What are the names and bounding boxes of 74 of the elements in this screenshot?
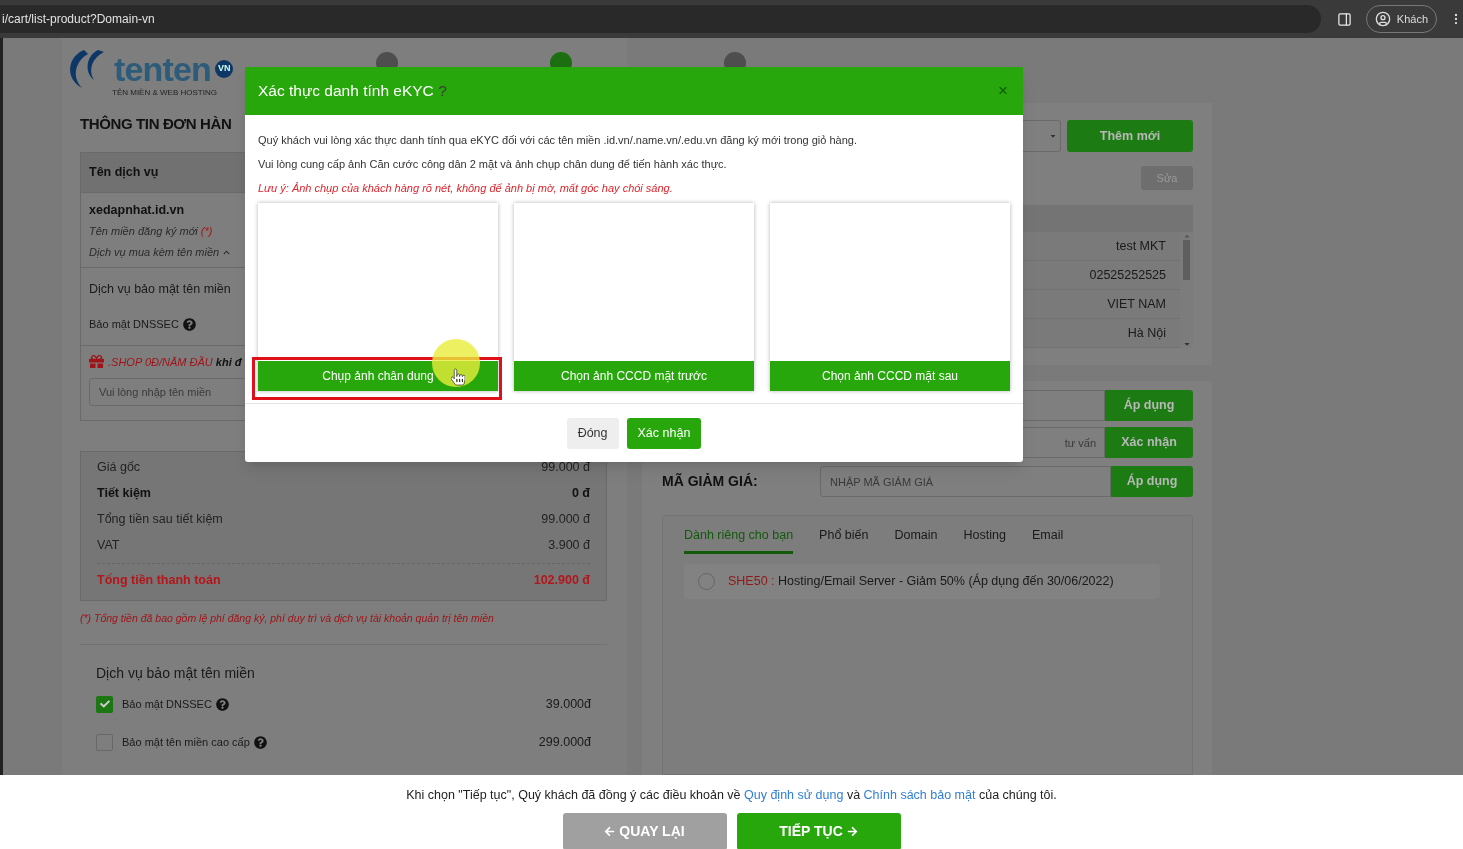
coupon-tab[interactable]: Phổ biến [819, 526, 869, 554]
total-note: (*) Tổng tiền đã bao gồm lệ phí đăng ký, phí duy trì và dịch vụ tài khoản quản trị tên miền [80, 610, 495, 626]
instruction-text: Vui lòng cung cấp ảnh Căn cước công dân 2 mặt và ảnh chụp chân dung để tiến hành xác thực. [258, 157, 728, 171]
help-icon[interactable] [215, 697, 229, 711]
coupon-tab[interactable]: Email [1031, 526, 1064, 554]
coupon-tab[interactable]: Domain [894, 526, 938, 554]
contact-value: test MKT [1116, 237, 1166, 255]
column-header: Tên dịch vụ [89, 163, 159, 181]
instruction-text: Quý khách vui lòng xác thực danh tính qua eKYC đối với các tên miền .id.vn/.name.vn/.edu.vn đăng ký mới trong giỏ hàng. [258, 133, 859, 147]
upload-button[interactable]: Chọn ảnh CCCD mặt trước [514, 361, 754, 391]
contact-value: VIET NAM [1107, 295, 1166, 313]
confirm-button[interactable]: Xác nhận [626, 418, 702, 449]
summary-value: 102.900 đ [533, 571, 590, 589]
security-heading: Dịch vụ bảo mật tên miền [96, 664, 256, 684]
summary-label: Giá gốc [97, 459, 141, 477]
service-label: Dịch vụ bảo mật tên miền [89, 280, 232, 298]
order-title: THÔNG TIN ĐƠN HÀN [80, 114, 232, 134]
profile-icon [1374, 11, 1391, 27]
promo-text: .SHOP 0Đ/NĂM ĐẦU khi đ [108, 354, 242, 370]
privacy-link[interactable]: Chính sách bảo mật [863, 788, 976, 802]
summary-label: Tổng tiền thanh toán [97, 571, 221, 589]
continue-button[interactable]: TIẾP TỤC [736, 812, 901, 849]
side-panel-icon[interactable] [1336, 11, 1352, 27]
contact-value: Hà Nội [1127, 324, 1166, 342]
coupon-tab[interactable]: Dành riêng cho bạn [684, 526, 794, 554]
scroll-thumb[interactable] [1183, 240, 1190, 280]
summary-label: Tiết kiệm [97, 485, 151, 503]
terms-link[interactable]: Quy định sử dụng [744, 788, 844, 802]
option-label: Bảo mật tên miền cao cấp [122, 734, 267, 751]
close-button[interactable]: × [998, 78, 1008, 104]
summary-value: 99.000 đ [541, 459, 590, 477]
logo-badge: VN [214, 60, 234, 78]
checkbox[interactable] [96, 695, 113, 713]
arrow-right-icon [846, 825, 858, 837]
summary-label: Tổng tiền sau tiết kiệm [97, 511, 223, 529]
option-label: Bảo mật DNSSEC [122, 696, 229, 713]
help-icon[interactable] [253, 735, 267, 749]
add-button[interactable]: Thêm mới [1067, 120, 1193, 152]
chevron-up-icon [223, 248, 231, 256]
caret-down-icon [1049, 132, 1057, 140]
action-button[interactable]: Xác nhận [1105, 427, 1193, 458]
summary-value: 0 đ [571, 485, 590, 503]
offer-row[interactable]: SHE50 : Hosting/Email Server - Giảm 50% (Áp dụng đến 30/06/2022) [684, 563, 1160, 599]
contact-value: 02525252525 [1089, 266, 1166, 284]
option-price: 39.000đ [545, 695, 591, 713]
logo-text: tenten [114, 52, 211, 86]
pointer-cursor-icon [451, 368, 465, 386]
summary-label: VAT [97, 537, 120, 555]
upload-button[interactable]: Chọn ảnh CCCD mặt sau [770, 361, 1010, 391]
coupon-tab[interactable]: Hosting [963, 526, 1006, 554]
terms-text: Khi chọn "Tiếp tục", Quý khách đã đồng ý các điều khoản về Quy định sử dụng và Chính sách bảo mật của chúng tôi. [406, 787, 1057, 804]
arrow-left-icon [604, 825, 616, 837]
summary-value: 3.900 đ [548, 537, 590, 555]
coupon-input[interactable]: NHẬP MÃ GIẢM GIÁ [820, 466, 1111, 497]
domain-name: xedapnhat.id.vn [89, 201, 186, 219]
address-bar[interactable]: i/cart/list-product?Domain-vn [0, 5, 1321, 33]
help-icon[interactable] [182, 318, 196, 331]
apply-button[interactable]: Áp dụng [1111, 466, 1193, 497]
offer-text: SHE50 : Hosting/Email Server - Giảm 50% (Áp dụng đến 30/06/2022) [728, 572, 1114, 590]
option-price: 299.000đ [538, 733, 591, 751]
gift-icon [89, 354, 104, 370]
url-text: i/cart/list-product?Domain-vn [1, 11, 155, 28]
warning-text: Lưu ý: Ảnh chụp của khách hàng rõ nét, không để ảnh bị mờ, mất góc hay chói sáng. [258, 181, 674, 195]
addon-toggle[interactable]: Dịch vụ mua kèm tên miền [89, 243, 598, 261]
cancel-button[interactable]: Đóng [566, 418, 619, 449]
back-button[interactable]: QUAY LẠI [562, 812, 727, 849]
summary-value: 99.000 đ [541, 511, 590, 529]
domain-type: Tên miền đăng ký mới (*) [89, 224, 214, 240]
logo-tagline: TÊN MIỀN & WEB HOSTING [112, 88, 217, 97]
dialog-title: Xác thực danh tính eKYC ? [258, 81, 447, 102]
scroll-down-icon[interactable] [1182, 340, 1191, 348]
coupon-label: MÃ GIẢM GIÁ: [662, 472, 759, 491]
action-button[interactable]: Áp dụng [1105, 390, 1193, 421]
check-icon [99, 699, 110, 710]
